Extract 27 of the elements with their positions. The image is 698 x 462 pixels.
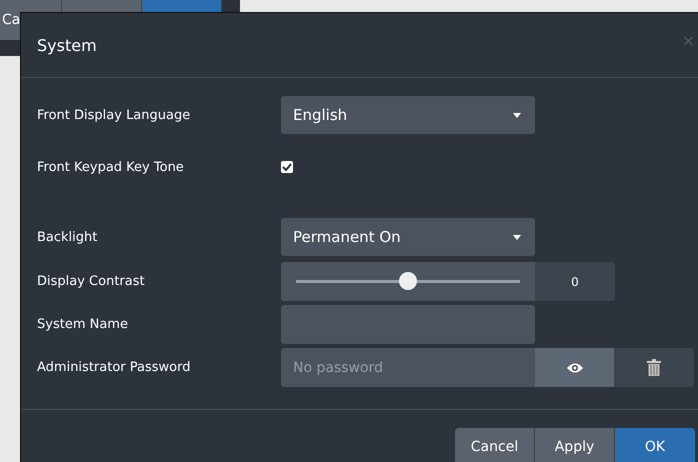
dropdown[interactable]: English (281, 96, 535, 134)
input-field[interactable] (281, 305, 535, 344)
button[interactable]: Apply (535, 428, 615, 462)
checkbox[interactable] (281, 161, 293, 173)
dropdown[interactable]: Permanent On (281, 218, 535, 256)
field-label: Front Keypad Key Tone (37, 160, 185, 174)
button[interactable]: Cancel (455, 428, 535, 462)
slider-thumb[interactable] (399, 272, 417, 290)
field-label: Display Contrast (37, 274, 146, 289)
window-title: System (36, 36, 97, 54)
field-label: System Name (37, 317, 129, 332)
trash-icon (647, 359, 661, 376)
value-display: 0 (535, 262, 615, 301)
dropdown-value: English (293, 106, 348, 124)
field-label: Front Display Language (37, 108, 192, 122)
field-label: Administrator Password (37, 360, 192, 375)
password-field[interactable]: No password (281, 348, 535, 387)
dropdown-value: Permanent On (293, 228, 401, 246)
slider[interactable] (281, 262, 535, 301)
delete-button[interactable] (614, 348, 694, 387)
caret-icon (513, 234, 521, 240)
field-label: Backlight (37, 230, 98, 244)
eye-icon (566, 362, 584, 374)
caret-icon (513, 112, 521, 118)
check-icon (282, 163, 292, 171)
show-password-button[interactable] (535, 348, 614, 387)
ok-button[interactable]: OK (615, 428, 695, 462)
